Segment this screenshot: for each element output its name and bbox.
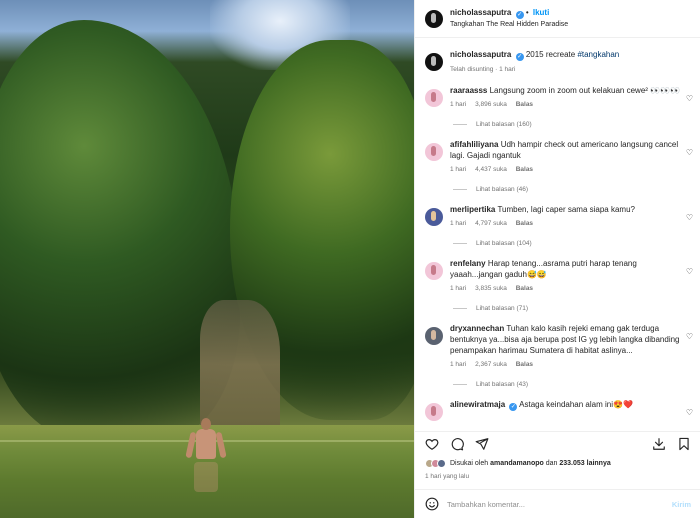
view-replies-label: Lihat balasan (160) xyxy=(476,121,532,128)
comment-text: Langsung zoom in zoom out kelakuan cewe²… xyxy=(489,86,681,95)
like-comment-heart-icon[interactable]: ♡ xyxy=(686,213,693,222)
avatar[interactable] xyxy=(425,327,443,345)
comments-list[interactable]: nicholassaputra ✓ 2015 recreate #tangkah… xyxy=(415,40,700,430)
comment-username[interactable]: alinewiratmaja xyxy=(450,400,505,409)
comment-time[interactable]: 1 hari xyxy=(450,166,466,173)
comment-username[interactable]: raaraasss xyxy=(450,86,487,95)
save-icon[interactable] xyxy=(677,437,691,451)
comment-item: afifahliliyana Udh hampir check out amer… xyxy=(415,139,700,175)
likes-prefix: Disukai oleh xyxy=(450,459,489,467)
comment-likes[interactable]: 3,835 suka xyxy=(475,285,507,292)
post-photo[interactable] xyxy=(0,0,414,518)
caption-username[interactable]: nicholassaputra xyxy=(450,50,511,59)
post-comment-button[interactable]: Kirim xyxy=(672,500,691,509)
repost-icon[interactable] xyxy=(652,437,666,451)
comment-likes[interactable]: 4,437 suka xyxy=(475,166,507,173)
comment-username[interactable]: merlipertika xyxy=(450,205,495,214)
comment-text: Tumben, lagi caper sama siapa kamu? xyxy=(497,205,635,214)
comment-icon[interactable] xyxy=(450,437,464,451)
post-actions: Disukai oleh amandamanopo dan 233.053 la… xyxy=(415,431,700,518)
view-replies-button[interactable]: Lihat balasan (71) xyxy=(415,305,700,312)
like-comment-heart-icon[interactable]: ♡ xyxy=(686,148,693,157)
reply-button[interactable]: Balas xyxy=(516,166,533,173)
likes-summary[interactable]: Disukai oleh amandamanopo dan 233.053 la… xyxy=(415,456,700,470)
hashtag-link[interactable]: #tangkahan xyxy=(577,50,619,59)
like-comment-heart-icon[interactable]: ♡ xyxy=(686,408,693,417)
comment-likes[interactable]: 2,367 suka xyxy=(475,361,507,368)
caption-meta: Telah disunting · 1 hari xyxy=(450,66,516,73)
caption: nicholassaputra ✓ 2015 recreate #tangkah… xyxy=(415,49,700,75)
comment-composer: Kirim xyxy=(415,489,700,518)
location-link[interactable]: Tangkahan The Real Hidden Paradise xyxy=(450,19,568,31)
verified-badge-icon: ✓ xyxy=(509,403,518,411)
header-separator: • xyxy=(525,7,529,17)
view-replies-label: Lihat balasan (43) xyxy=(476,381,529,388)
avatar[interactable] xyxy=(425,208,443,226)
avatar[interactable] xyxy=(425,9,443,28)
verified-badge-icon: ✓ xyxy=(515,53,524,61)
view-replies-button[interactable]: Lihat balasan (104) xyxy=(415,240,700,247)
view-replies-button[interactable]: Lihat balasan (160) xyxy=(415,121,700,128)
view-replies-label: Lihat balasan (104) xyxy=(476,240,532,247)
view-replies-label: Lihat balasan (46) xyxy=(476,186,529,193)
comment-username[interactable]: dryxannechan xyxy=(450,324,504,333)
comment-time[interactable]: 1 hari xyxy=(450,220,466,227)
post-timestamp[interactable]: 1 hari yang lalu xyxy=(415,470,700,484)
view-replies-label: Lihat balasan (71) xyxy=(476,305,529,312)
comment-username[interactable]: renfelany xyxy=(450,259,486,268)
avatar[interactable] xyxy=(425,89,443,107)
view-replies-button[interactable]: Lihat balasan (46) xyxy=(415,186,700,193)
view-replies-button[interactable]: Lihat balasan (43) xyxy=(415,381,700,388)
likes-connector: dan xyxy=(545,459,558,467)
comment-time[interactable]: 1 hari xyxy=(450,285,466,292)
post-side-panel: nicholassaputra ✓ • Ikuti Tangkahan The … xyxy=(414,0,700,518)
reply-button[interactable]: Balas xyxy=(516,101,533,108)
heart-icon[interactable] xyxy=(425,437,439,451)
comment-likes[interactable]: 4,797 suka xyxy=(475,220,507,227)
photo-person xyxy=(185,418,227,492)
share-icon[interactable] xyxy=(475,437,489,451)
post-header: nicholassaputra ✓ • Ikuti Tangkahan The … xyxy=(415,0,700,38)
comment-item: raaraasss Langsung zoom in zoom out kela… xyxy=(415,85,700,110)
reply-button[interactable]: Balas xyxy=(516,220,533,227)
comment-item: alinewiratmaja ✓ Astaga keindahan alam i… xyxy=(415,399,700,421)
avatar[interactable] xyxy=(425,403,443,421)
comment-likes[interactable]: 3,896 suka xyxy=(475,101,507,108)
like-comment-heart-icon[interactable]: ♡ xyxy=(686,94,693,103)
comment-text: Astaga keindahan alam ini😍❤️ xyxy=(519,400,633,409)
emoji-icon[interactable] xyxy=(425,497,439,513)
avatar[interactable] xyxy=(425,143,443,161)
comment-item: renfelany Harap tenang...asrama putri ha… xyxy=(415,258,700,294)
comment-time[interactable]: 1 hari xyxy=(450,361,466,368)
like-comment-heart-icon[interactable]: ♡ xyxy=(686,332,693,341)
comment-item: dryxannechan Tuhan kalo kasih rejeki ema… xyxy=(415,323,700,370)
likes-count[interactable]: 233.053 lainnya xyxy=(559,460,610,467)
caption-text: 2015 recreate xyxy=(525,50,576,59)
reply-button[interactable]: Balas xyxy=(516,285,533,292)
comment-item: merlipertika Tumben, lagi caper sama sia… xyxy=(415,204,700,229)
avatar[interactable] xyxy=(425,53,443,71)
likes-user[interactable]: amandamanopo xyxy=(490,460,544,467)
like-comment-heart-icon[interactable]: ♡ xyxy=(686,267,693,276)
photo-rock-cliff xyxy=(200,300,280,430)
comment-username[interactable]: afifahliliyana xyxy=(450,140,498,149)
verified-badge-icon: ✓ xyxy=(515,10,524,19)
avatar[interactable] xyxy=(425,262,443,280)
comment-input[interactable] xyxy=(447,500,672,509)
reply-button[interactable]: Balas xyxy=(516,361,533,368)
author-username[interactable]: nicholassaputra xyxy=(450,8,511,17)
comment-time[interactable]: 1 hari xyxy=(450,101,466,108)
follow-button[interactable]: Ikuti xyxy=(533,8,549,17)
